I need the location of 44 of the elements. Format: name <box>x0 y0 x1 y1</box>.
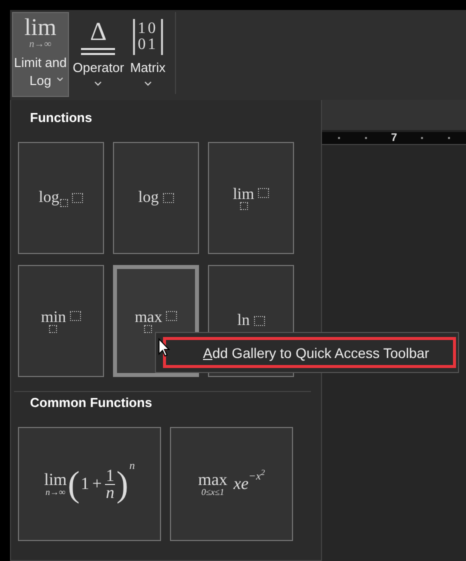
placeholder-icon <box>162 193 174 203</box>
placeholder-icon <box>72 193 84 203</box>
exponent: −x$^{2}$ <box>248 468 265 482</box>
menu-item[interactable]: Add Gallery to Quick Access Toolbar <box>163 337 456 368</box>
placeholder-icon <box>240 202 248 210</box>
ribbon-button[interactable]: lim n→∞ Limit and Log <box>12 12 69 97</box>
section-title: Common Functions <box>30 395 154 412</box>
ribbon-button[interactable]: 10 01 Matrix <box>128 12 168 97</box>
function-name: lim <box>232 186 254 202</box>
placeholder-icon <box>144 324 152 332</box>
chevron-down-icon <box>56 76 64 81</box>
function-name: lim <box>44 472 67 486</box>
fraction-numerator: 1 <box>104 468 116 484</box>
parenthesis: ) <box>116 466 128 502</box>
placeholder-icon <box>258 188 270 198</box>
function-name: max <box>198 472 228 486</box>
math-term: 1 <box>80 474 90 494</box>
equation-tile[interactable]: lim <box>208 142 294 254</box>
section-title: Functions <box>30 110 94 127</box>
placeholder-icon <box>166 311 178 321</box>
placeholder-icon <box>49 324 58 332</box>
placeholder-icon <box>70 311 81 321</box>
function-name: log <box>38 189 60 207</box>
function-name: ln <box>237 312 250 330</box>
ruler-number: 7 <box>390 132 398 144</box>
function-name: min <box>41 310 66 324</box>
equation-tile[interactable]: log <box>18 142 104 254</box>
placeholder-icon <box>254 316 265 326</box>
limit-subscript: n→∞ <box>45 486 66 496</box>
chevron-down-icon <box>94 81 102 86</box>
function-name: log <box>138 189 159 207</box>
math-operator: + <box>92 474 102 494</box>
parenthesis: ( <box>68 466 80 502</box>
math-term: xe <box>233 474 249 494</box>
chevron-down-icon <box>144 81 152 86</box>
equation-tile[interactable]: min <box>18 265 104 377</box>
fraction-denominator: n <box>106 484 114 500</box>
limit-subscript: 0≤x≤1 <box>201 486 224 496</box>
function-name: max <box>134 310 162 324</box>
mouse-pointer-icon <box>158 338 170 357</box>
placeholder-icon <box>60 199 68 207</box>
exponent: n <box>129 460 135 472</box>
equation-tile[interactable]: log <box>113 142 199 254</box>
ribbon-button[interactable]: Δ Operator <box>70 12 126 97</box>
